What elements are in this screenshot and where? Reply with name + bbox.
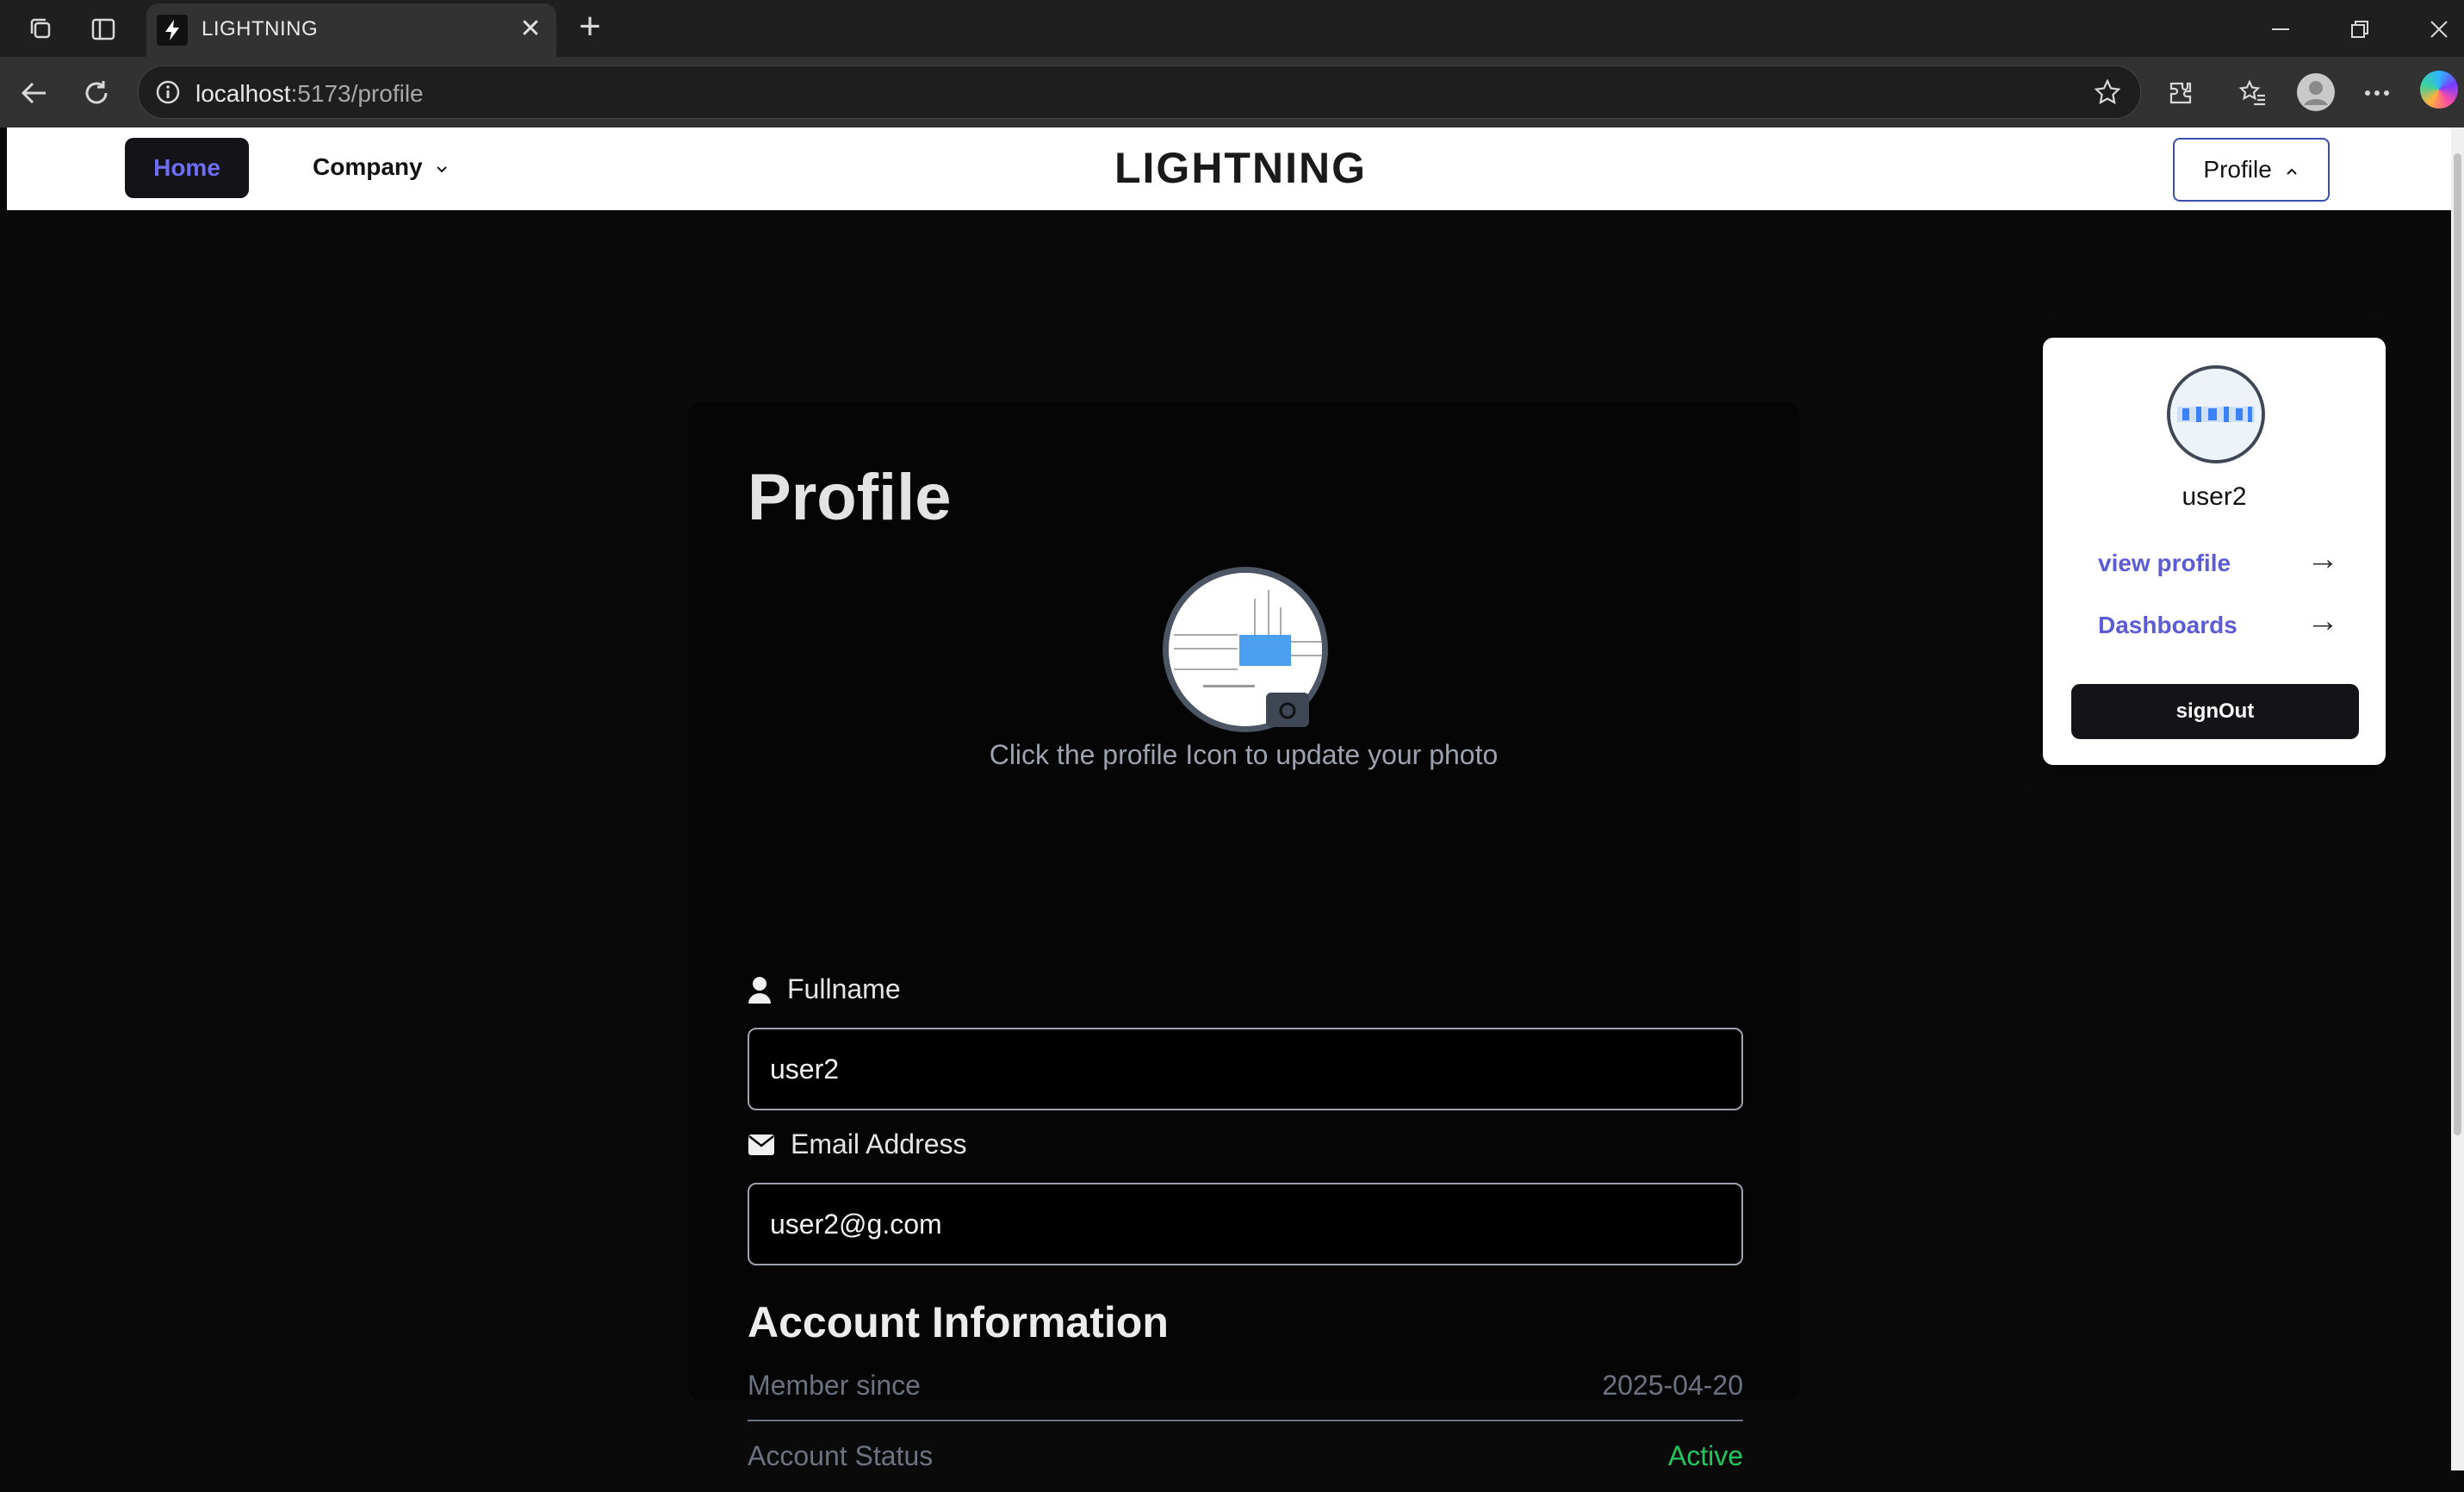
workspaces-icon[interactable] (24, 12, 59, 47)
minimize-icon[interactable] (2263, 12, 2298, 47)
account-info-title: Account Information (748, 1298, 1169, 1346)
refresh-icon[interactable] (78, 74, 115, 112)
profile-dropdown: user2 view profile → Dashboards → signOu… (2043, 338, 2386, 765)
copilot-icon[interactable] (2420, 71, 2458, 109)
user-icon (748, 976, 771, 1004)
site-info-icon[interactable] (152, 77, 183, 108)
navbar: Home Company LIGHTNING Profile (7, 127, 2451, 210)
page-title: Profile (748, 461, 952, 534)
favorite-star-icon[interactable] (2092, 77, 2123, 108)
envelope-icon (748, 1134, 774, 1155)
url-path: :5173/profile (290, 80, 424, 107)
restore-icon[interactable] (2343, 12, 2377, 47)
fullname-label-text: Fullname (787, 973, 901, 1004)
close-window-icon[interactable] (2422, 12, 2456, 47)
member-since-row: Member since 2025-04-20 (748, 1370, 1743, 1421)
url-input[interactable]: localhost:5173/profile (138, 65, 2141, 119)
dropdown-username: user2 (2182, 482, 2247, 511)
dropdown-avatar (2167, 365, 2265, 463)
profile-card: Profile Click the profile Icon to update… (687, 401, 1800, 1471)
company-label: Company (313, 153, 423, 180)
company-menu[interactable]: Company (313, 153, 450, 181)
extensions-icon[interactable] (2162, 74, 2200, 112)
scrollbar-thumb[interactable] (2454, 153, 2461, 1135)
profile-button[interactable]: Profile (2173, 138, 2330, 202)
chevron-up-icon (2286, 168, 2297, 175)
browser-tab-bar: LIGHTNING ✕ + (0, 0, 2464, 57)
close-tab-icon[interactable]: ✕ (515, 14, 546, 45)
photo-hint: Click the profile Icon to update your ph… (989, 739, 1499, 770)
brand-logo: LIGHTNING (1114, 144, 1367, 192)
back-icon[interactable] (16, 74, 53, 112)
dashboards-link[interactable]: Dashboards (2098, 612, 2237, 639)
fullname-label: Fullname (748, 973, 901, 1005)
status-badge: Active (1667, 1440, 1743, 1471)
lightning-icon (157, 15, 188, 46)
tab-title: LIGHTNING (202, 17, 319, 40)
fullname-input[interactable] (748, 1028, 1743, 1110)
home-button[interactable]: Home (125, 138, 249, 198)
member-since-value: 2025-04-20 (1602, 1370, 1743, 1401)
more-menu-icon[interactable] (2358, 74, 2396, 112)
url-host: localhost (196, 80, 291, 107)
view-profile-link[interactable]: view profile (2098, 550, 2231, 577)
url-text: localhost:5173/profile (196, 80, 424, 108)
account-status-label: Account Status (748, 1440, 934, 1471)
email-input[interactable] (748, 1183, 1743, 1265)
divider (748, 1420, 1743, 1421)
camera-icon[interactable] (1266, 693, 1309, 727)
member-since-label: Member since (748, 1370, 921, 1401)
profile-button-label: Profile (2203, 156, 2272, 183)
account-status-row: Account Status Active (748, 1440, 1743, 1492)
user-account-icon[interactable] (2294, 71, 2337, 114)
browser-tab[interactable]: LIGHTNING ✕ (146, 3, 556, 57)
email-label-text: Email Address (791, 1128, 967, 1159)
page-scrollbar[interactable] (2451, 127, 2464, 1470)
address-bar: localhost:5173/profile (0, 57, 2464, 127)
chevron-down-icon (437, 165, 448, 173)
arrow-right-icon[interactable]: → (2306, 541, 2339, 578)
vertical-tabs-icon[interactable] (86, 12, 121, 47)
new-tab-icon[interactable]: + (568, 5, 611, 48)
page: Home Company LIGHTNING Profile Profile C… (7, 127, 2451, 1471)
arrow-right-icon[interactable]: → (2306, 603, 2339, 640)
email-label: Email Address (748, 1128, 967, 1160)
signout-button[interactable]: signOut (2071, 684, 2359, 739)
favorites-icon[interactable] (2234, 74, 2272, 112)
